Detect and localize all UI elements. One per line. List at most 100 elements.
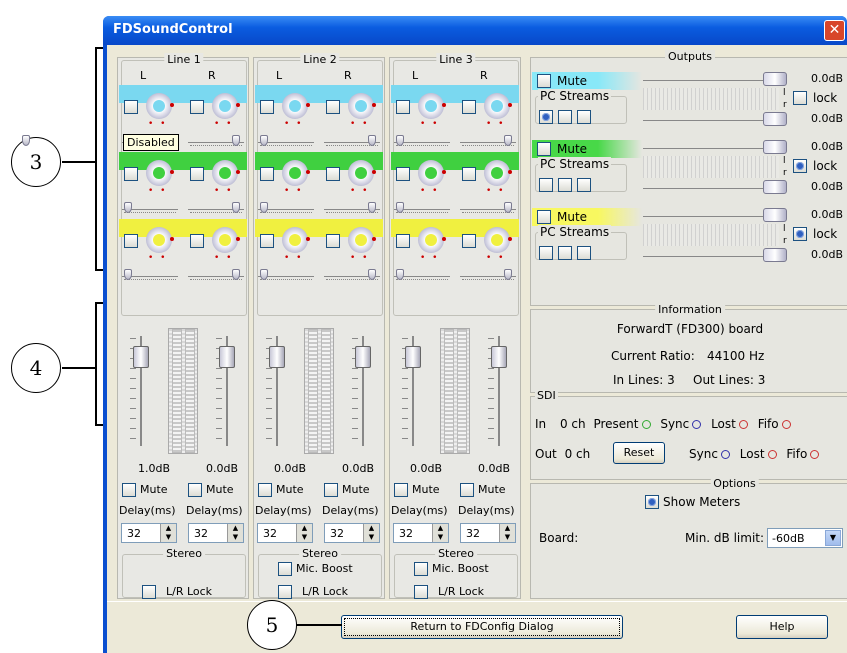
slider-thumb[interactable] <box>232 202 240 213</box>
spinner-arrows-icon[interactable]: ▲ ▼ <box>432 524 448 542</box>
pc-stream-checkbox[interactable] <box>577 246 591 260</box>
gain-knob-icon[interactable] <box>484 160 512 186</box>
slider-thumb[interactable] <box>763 140 787 154</box>
right-mute-checkbox[interactable] <box>462 100 476 114</box>
left-level-fader[interactable] <box>266 332 288 450</box>
gain-knob-icon[interactable] <box>484 227 512 253</box>
pan-slider[interactable] <box>324 135 380 147</box>
fader-cap[interactable] <box>405 346 421 368</box>
slider-thumb[interactable] <box>396 135 404 146</box>
output-lock-checkbox[interactable] <box>793 227 807 241</box>
left-mute-checkbox[interactable] <box>260 100 274 114</box>
pan-slider[interactable] <box>324 202 380 214</box>
gain-knob-icon[interactable] <box>484 93 512 119</box>
reset-button[interactable]: Reset <box>613 442 665 464</box>
left-level-fader[interactable] <box>130 332 152 450</box>
left-mute-checkbox[interactable] <box>396 234 410 248</box>
left-mute-checkbox[interactable] <box>122 483 136 497</box>
slider-thumb[interactable] <box>368 269 376 280</box>
gain-knob-icon[interactable] <box>282 93 310 119</box>
gain-knob-icon[interactable] <box>348 227 376 253</box>
gain-knob-icon[interactable] <box>348 160 376 186</box>
output-mute-checkbox[interactable] <box>537 142 551 156</box>
slider-thumb[interactable] <box>260 135 268 146</box>
pc-stream-checkbox[interactable] <box>577 178 591 192</box>
right-mute-checkbox[interactable] <box>326 234 340 248</box>
right-mute-checkbox[interactable] <box>326 167 340 181</box>
pan-slider[interactable] <box>324 269 380 281</box>
pan-slider[interactable] <box>122 269 178 281</box>
pan-slider[interactable] <box>394 202 450 214</box>
slider-thumb[interactable] <box>763 248 787 262</box>
output-bottom-slider[interactable] <box>643 248 787 262</box>
output-lock-checkbox[interactable] <box>793 91 807 105</box>
slider-thumb[interactable] <box>504 269 512 280</box>
right-mute-checkbox[interactable] <box>462 167 476 181</box>
gain-knob-icon[interactable] <box>212 227 240 253</box>
slider-thumb[interactable] <box>504 135 512 146</box>
left-mute-checkbox[interactable] <box>258 483 272 497</box>
pc-stream-checkbox[interactable] <box>558 178 572 192</box>
output-bottom-slider[interactable] <box>643 112 787 126</box>
pan-slider[interactable] <box>460 269 516 281</box>
return-to-fdconfig-button[interactable]: Return to FDConfig Dialog <box>341 615 623 639</box>
left-delay-spinner[interactable]: 32 ▲ ▼ <box>393 523 449 543</box>
gain-knob-icon[interactable] <box>418 227 446 253</box>
pc-stream-checkbox[interactable] <box>558 246 572 260</box>
gain-knob-icon[interactable] <box>146 160 174 186</box>
slider-thumb[interactable] <box>396 269 404 280</box>
gain-knob-icon[interactable] <box>146 93 174 119</box>
gain-knob-icon[interactable] <box>418 160 446 186</box>
lr-lock-checkbox[interactable] <box>142 585 156 599</box>
right-mute-checkbox[interactable] <box>326 100 340 114</box>
gain-knob-icon[interactable] <box>282 227 310 253</box>
pan-slider[interactable] <box>188 135 244 147</box>
left-mute-checkbox[interactable] <box>124 167 138 181</box>
pc-stream-checkbox[interactable] <box>558 110 572 124</box>
slider-thumb[interactable] <box>232 269 240 280</box>
close-icon[interactable]: ✕ <box>824 20 845 41</box>
slider-thumb[interactable] <box>368 202 376 213</box>
min-db-select[interactable]: -60dB ▼ <box>767 528 843 548</box>
right-delay-spinner[interactable]: 32 ▲ ▼ <box>324 523 380 543</box>
right-mute-checkbox[interactable] <box>188 483 202 497</box>
output-mute-checkbox[interactable] <box>537 74 551 88</box>
lr-lock-checkbox[interactable] <box>414 585 428 599</box>
output-mute-checkbox[interactable] <box>537 210 551 224</box>
pc-stream-checkbox[interactable] <box>539 110 553 124</box>
slider-thumb[interactable] <box>763 112 787 126</box>
pc-stream-checkbox[interactable] <box>539 246 553 260</box>
gain-knob-icon[interactable] <box>418 93 446 119</box>
left-mute-checkbox[interactable] <box>124 100 138 114</box>
fader-cap[interactable] <box>355 346 371 368</box>
slider-thumb[interactable] <box>504 202 512 213</box>
pan-slider[interactable] <box>394 269 450 281</box>
right-mute-checkbox[interactable] <box>190 234 204 248</box>
spinner-arrows-icon[interactable]: ▲ ▼ <box>160 524 176 542</box>
help-button[interactable]: Help <box>736 615 828 639</box>
spinner-arrows-icon[interactable]: ▲ ▼ <box>227 524 243 542</box>
mic-boost-checkbox[interactable] <box>278 562 292 576</box>
right-mute-checkbox[interactable] <box>460 483 474 497</box>
fader-cap[interactable] <box>269 346 285 368</box>
spinner-arrows-icon[interactable]: ▲ ▼ <box>296 524 312 542</box>
left-mute-checkbox[interactable] <box>124 234 138 248</box>
fader-cap[interactable] <box>219 346 235 368</box>
right-delay-spinner[interactable]: 32 ▲ ▼ <box>188 523 244 543</box>
output-top-slider[interactable] <box>643 140 787 154</box>
pan-slider[interactable] <box>394 135 450 147</box>
output-top-slider[interactable] <box>643 72 787 86</box>
right-mute-checkbox[interactable] <box>462 234 476 248</box>
right-mute-checkbox[interactable] <box>190 100 204 114</box>
pan-slider[interactable] <box>258 135 314 147</box>
left-mute-checkbox[interactable] <box>396 100 410 114</box>
pc-stream-checkbox[interactable] <box>577 110 591 124</box>
slider-thumb[interactable] <box>260 202 268 213</box>
fader-cap[interactable] <box>491 346 507 368</box>
fader-cap[interactable] <box>133 346 149 368</box>
pan-slider[interactable] <box>258 269 314 281</box>
gain-knob-icon[interactable] <box>212 160 240 186</box>
left-delay-spinner[interactable]: 32 ▲ ▼ <box>257 523 313 543</box>
pc-stream-checkbox[interactable] <box>539 178 553 192</box>
gain-knob-icon[interactable] <box>348 93 376 119</box>
